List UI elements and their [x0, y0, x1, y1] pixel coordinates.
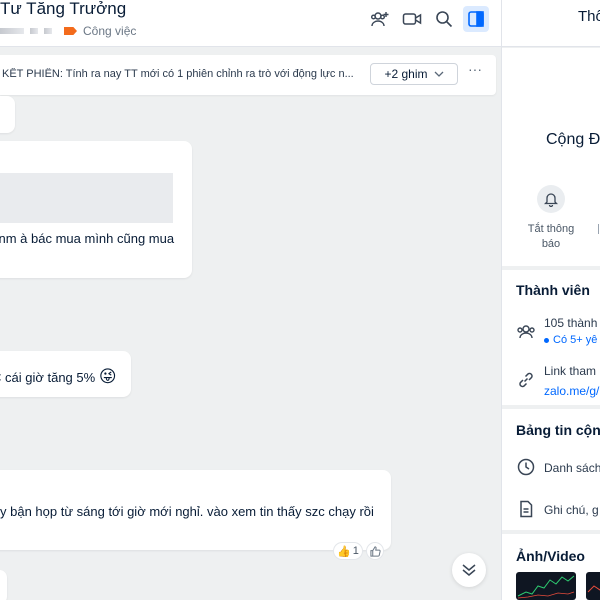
- clock-icon: [517, 458, 535, 476]
- video-camera-icon: [402, 13, 422, 25]
- message-bubble[interactable]: y bận họp từ sáng tới giờ mới nghỉ. vào …: [0, 470, 391, 559]
- info-panel-header: Thô: [502, 0, 600, 47]
- link-icon: [519, 372, 533, 388]
- category-tag-icon: [64, 27, 77, 35]
- blurred-text: [0, 28, 24, 34]
- note-icon: [520, 500, 533, 518]
- conversation-subtitle: Công việc: [0, 23, 136, 39]
- reaction-summary[interactable]: 👍 1: [334, 543, 362, 559]
- member-count[interactable]: 105 thành: [544, 316, 597, 330]
- members-section-title: Thành viên: [516, 282, 590, 298]
- thumbs-up-outline-icon: [369, 545, 381, 557]
- toggle-info-panel-button[interactable]: [463, 6, 489, 32]
- pending-requests[interactable]: Có 5+ yê: [544, 334, 597, 346]
- message-text: C cái giờ tăng 5% 😜: [0, 367, 117, 387]
- conversation-title[interactable]: Tư Tăng Trưởng: [0, 0, 126, 19]
- members-section: Thành viên 105 thành Có 5+ yê Link tham …: [502, 270, 600, 405]
- message-bubble-partial[interactable]: [0, 96, 15, 133]
- chevron-down-icon: [434, 71, 443, 77]
- media-thumbnail[interactable]: [586, 572, 600, 600]
- scroll-to-bottom-button[interactable]: [452, 553, 486, 587]
- message-text: vnm à bác mua mình cũng mua: [0, 231, 175, 246]
- add-member-icon: [371, 12, 389, 27]
- add-member-button[interactable]: [367, 6, 393, 32]
- mute-notifications-label: Tắt thông báo: [527, 223, 575, 250]
- notes-item[interactable]: Ghi chú, g: [544, 503, 599, 517]
- blurred-text: [30, 28, 38, 34]
- quoted-message[interactable]: [0, 173, 173, 223]
- invite-link-label: Link tham: [544, 364, 597, 378]
- group-name: Cộng Đ: [546, 131, 600, 148]
- emoji-icon: 😜: [98, 367, 117, 386]
- category-label[interactable]: Công việc: [83, 24, 136, 38]
- group-info-section: Cộng Đ Tắt thông báo: [502, 48, 600, 266]
- video-call-button[interactable]: [399, 6, 425, 32]
- pinned-count-label: +2 ghim: [384, 67, 428, 81]
- reaction-count: 1: [352, 545, 359, 557]
- search-button[interactable]: [431, 6, 457, 32]
- chat-header: Tư Tăng Trưởng Công việc: [0, 0, 501, 47]
- message-text-content: C cái giờ tăng 5%: [0, 370, 96, 385]
- pinned-count-button[interactable]: +2 ghim: [370, 63, 458, 85]
- media-thumbnail[interactable]: [516, 572, 576, 600]
- double-chevron-down-icon: [462, 564, 476, 576]
- members-icon: [517, 325, 535, 339]
- invite-link-url[interactable]: zalo.me/g/: [544, 384, 599, 398]
- bell-icon: [544, 193, 558, 207]
- blurred-text: [44, 28, 52, 34]
- info-panel-title: Thô: [578, 8, 600, 25]
- status-dot: [544, 337, 549, 343]
- mute-notifications-button[interactable]: [537, 185, 565, 213]
- chart-thumbnail-image: [587, 585, 600, 593]
- pinned-more-button[interactable]: ···: [467, 61, 483, 79]
- group-board-section: Bảng tin cộng Danh sách Ghi chú, g: [502, 409, 600, 530]
- reminder-list-item[interactable]: Danh sách: [544, 461, 600, 475]
- message-bubble[interactable]: vnm à bác mua mình cũng mua: [0, 141, 192, 278]
- pending-requests-text: Có 5+ yê: [553, 334, 598, 346]
- conversation-info-panel: Thô Cộng Đ Tắt thông báo Thành viên 105 …: [501, 0, 600, 600]
- add-reaction-button[interactable]: [367, 543, 383, 559]
- message-text: y bận họp từ sáng tới giờ mới nghỉ. vào …: [0, 504, 374, 519]
- group-board-title: Bảng tin cộng: [516, 422, 600, 438]
- message-bubble[interactable]: C cái giờ tăng 5% 😜: [0, 351, 131, 397]
- search-icon: [436, 11, 453, 28]
- header-actions: [367, 6, 489, 32]
- pinned-message-text[interactable]: KẾT PHIÊN: Tính ra nay TT mới có 1 phiên…: [2, 68, 358, 80]
- thumbs-up-icon: 👍: [337, 545, 351, 558]
- sidebar-panel-icon: [468, 11, 484, 27]
- message-bubble-partial[interactable]: [0, 570, 7, 600]
- pinned-message-bar[interactable]: KẾT PHIÊN: Tính ra nay TT mới có 1 phiên…: [0, 55, 496, 95]
- chart-thumbnail-image: [517, 575, 575, 599]
- media-section-title: Ảnh/Video: [516, 548, 585, 564]
